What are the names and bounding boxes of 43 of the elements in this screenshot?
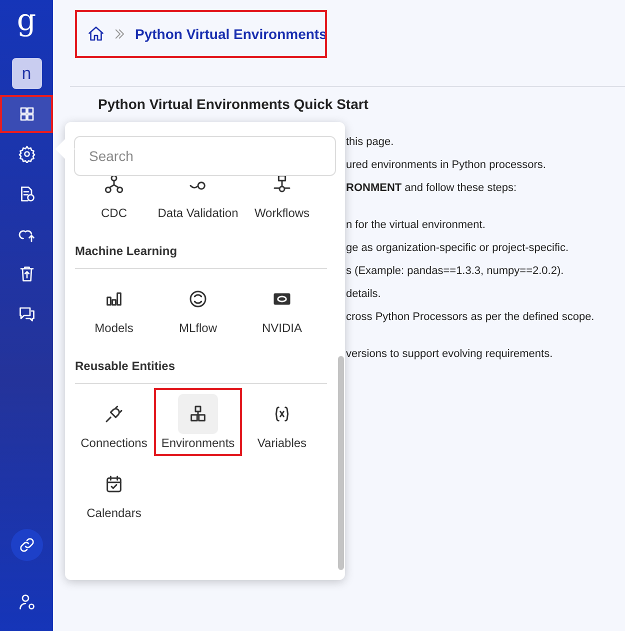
body-text: details. [346,287,382,302]
trash-icon [18,265,36,283]
menu-item[interactable]: Calendars [72,460,156,524]
settings-icon [18,145,36,163]
calendar-icon [104,474,124,494]
logo[interactable]: g [16,6,36,36]
workflow-icon [272,176,292,194]
breadcrumb-link[interactable]: Python Virtual Environments [135,24,327,44]
sidebar-item[interactable] [0,95,53,133]
body-text: n for the virtual environment. [346,218,486,233]
menu-item[interactable]: Models [72,275,156,339]
menu-item[interactable]: MLflow [156,275,240,339]
body-text: cross Python Processors as per the defined scope. [346,310,596,325]
chevron-right-icon [113,27,127,41]
section-title: Machine Learning [75,232,327,269]
body-text: RONMENT and follow these steps: [346,181,518,196]
body-text: this page. [346,135,395,150]
section-heading: Python Virtual Environments Quick Start [98,96,370,113]
scrollbar[interactable] [338,356,344,570]
grid-icon [18,105,36,123]
user-settings-icon [18,593,36,611]
home-icon [87,25,105,43]
body-text: ured environments in Python processors. [346,158,547,173]
chat-icon [18,305,36,323]
plug-icon [104,404,124,424]
sync-icon [188,289,208,309]
avatar[interactable]: n [12,58,42,89]
body-text: versions to support evolving requirements. [346,347,554,362]
body-text: s (Example: pandas==1.3.3, numpy==2.0.2). [346,264,565,279]
menu-item[interactable]: Connections [72,390,156,454]
link-button[interactable] [10,529,42,561]
cdc-icon [104,176,124,194]
menu-item[interactable]: NVIDIA [240,275,324,339]
menu-item[interactable]: Workflows [240,176,324,224]
menu-item[interactable]: Variables [240,390,324,454]
search-field[interactable]: Search [74,136,336,176]
menu-item[interactable]: Environments [156,390,240,454]
body-text: ge as organization-specific or project-specific. [346,241,570,256]
menu-item[interactable]: CDC [72,176,156,224]
section-title: Reusable Entities [75,347,327,384]
link-icon [18,536,36,554]
menu-item[interactable]: Data Validation [156,176,240,224]
boxes-icon [188,404,208,424]
